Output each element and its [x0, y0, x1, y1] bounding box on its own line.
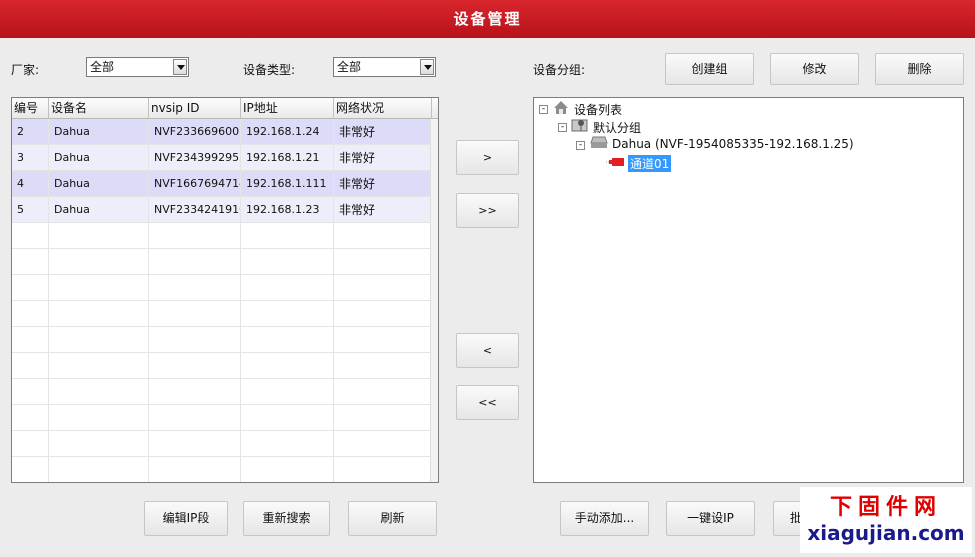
- vendor-select[interactable]: 全部: [86, 57, 189, 77]
- empty-row: [12, 457, 432, 482]
- device-group-tree: - 设备列表 - 默认分组 - Dahua (NVF-1954085335-19…: [533, 97, 964, 483]
- watermark: 下固件网 xiagujian.com: [800, 487, 972, 553]
- watermark-url: xiagujian.com: [807, 521, 965, 545]
- column-header-ip[interactable]: IP地址: [241, 98, 334, 119]
- camera-icon: [606, 158, 624, 166]
- empty-row: [12, 223, 432, 249]
- chevron-down-icon[interactable]: [173, 59, 187, 75]
- vendor-select-value: 全部: [90, 60, 115, 74]
- device-type-select[interactable]: 全部: [333, 57, 436, 77]
- column-header-id[interactable]: 编号: [12, 98, 49, 119]
- device-table: 编号 设备名 nvsip ID IP地址 网络状况 2 Dahua NVF233…: [11, 97, 439, 483]
- tree-group[interactable]: 默认分组: [593, 119, 641, 136]
- manual-add-button[interactable]: 手动添加...: [560, 501, 649, 536]
- empty-row: [12, 379, 432, 405]
- cell-nvsip: NVF2336696005: [149, 119, 241, 145]
- modify-group-button[interactable]: 修改: [770, 53, 859, 85]
- add-all-button[interactable]: >>: [456, 193, 519, 228]
- tree-root[interactable]: 设备列表: [574, 101, 622, 118]
- empty-row: [12, 431, 432, 457]
- empty-row: [12, 327, 432, 353]
- column-header-network[interactable]: 网络状况: [334, 98, 432, 119]
- vendor-label: 厂家:: [11, 63, 40, 77]
- cell-network: 非常好: [334, 171, 432, 197]
- cell-ip: 192.168.1.24: [241, 119, 334, 145]
- cell-ip: 192.168.1.23: [241, 197, 334, 223]
- column-header-nvsip[interactable]: nvsip ID: [149, 98, 241, 119]
- window-title: 设备管理: [0, 0, 975, 38]
- one-key-set-ip-button[interactable]: 一键设IP: [666, 501, 755, 536]
- chevron-down-icon[interactable]: [420, 59, 434, 75]
- cell-ip: 192.168.1.111: [241, 171, 334, 197]
- nvr-device-icon: [590, 136, 608, 148]
- cell-network: 非常好: [334, 119, 432, 145]
- empty-row: [12, 405, 432, 431]
- empty-row: [12, 353, 432, 379]
- cell-nvsip: NVF1667694714: [149, 171, 241, 197]
- home-icon: [554, 101, 568, 114]
- device-type-select-value: 全部: [337, 60, 362, 74]
- table-row[interactable]: 2 Dahua NVF2336696005 192.168.1.24 非常好: [12, 119, 432, 145]
- cell-id: 4: [12, 171, 49, 197]
- cell-nvsip: NVF2343992955: [149, 145, 241, 171]
- table-header: 编号 设备名 nvsip ID IP地址 网络状况: [12, 98, 438, 119]
- cell-name: Dahua: [49, 145, 149, 171]
- cell-id: 5: [12, 197, 49, 223]
- vertical-scrollbar[interactable]: [430, 119, 438, 482]
- cell-id: 3: [12, 145, 49, 171]
- cell-name: Dahua: [49, 197, 149, 223]
- column-header-name[interactable]: 设备名: [49, 98, 149, 119]
- collapse-group-icon[interactable]: -: [558, 123, 567, 132]
- collapse-device-icon[interactable]: -: [576, 141, 585, 150]
- collapse-root-icon[interactable]: -: [539, 105, 548, 114]
- refresh-button[interactable]: 刷新: [348, 501, 437, 536]
- watermark-title: 下固件网: [829, 495, 942, 520]
- device-group-label: 设备分组:: [533, 63, 586, 77]
- cell-name: Dahua: [49, 171, 149, 197]
- table-row[interactable]: 3 Dahua NVF2343992955 192.168.1.21 非常好: [12, 145, 432, 171]
- empty-row: [12, 301, 432, 327]
- table-row[interactable]: 5 Dahua NVF2334241910 192.168.1.23 非常好: [12, 197, 432, 223]
- cell-network: 非常好: [334, 145, 432, 171]
- remove-selected-button[interactable]: <: [456, 333, 519, 368]
- cell-name: Dahua: [49, 119, 149, 145]
- group-map-icon: [571, 119, 588, 132]
- empty-row: [12, 249, 432, 275]
- create-group-button[interactable]: 创建组: [665, 53, 754, 85]
- tree-device[interactable]: Dahua (NVF-1954085335-192.168.1.25): [612, 137, 854, 151]
- cell-network: 非常好: [334, 197, 432, 223]
- empty-row: [12, 275, 432, 301]
- add-selected-button[interactable]: >: [456, 140, 519, 175]
- cell-id: 2: [12, 119, 49, 145]
- research-button[interactable]: 重新搜索: [243, 501, 330, 536]
- tree-channel[interactable]: 通道01: [628, 155, 672, 172]
- delete-group-button[interactable]: 删除: [875, 53, 964, 85]
- edit-ip-range-button[interactable]: 编辑IP段: [144, 501, 228, 536]
- cell-ip: 192.168.1.21: [241, 145, 334, 171]
- device-type-label: 设备类型:: [243, 63, 296, 77]
- remove-all-button[interactable]: <<: [456, 385, 519, 420]
- table-row[interactable]: 4 Dahua NVF1667694714 192.168.1.111 非常好: [12, 171, 432, 197]
- cell-nvsip: NVF2334241910: [149, 197, 241, 223]
